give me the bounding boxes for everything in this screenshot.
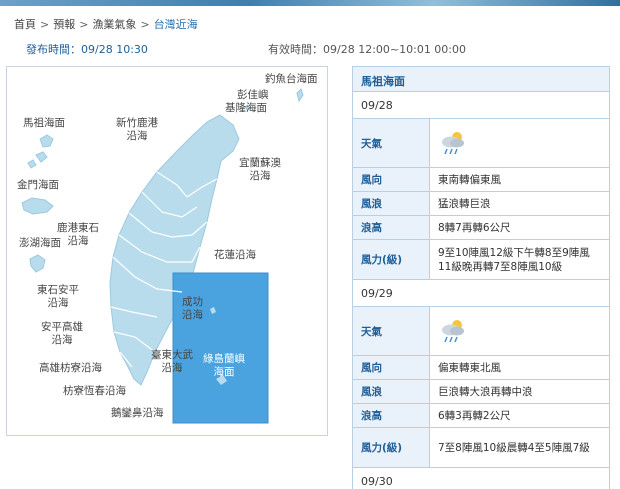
wave-type-label: 風浪 [353, 192, 430, 215]
breadcrumb-separator: > [40, 18, 50, 31]
valid-label: 有效時間 [268, 43, 312, 56]
wind-direction-label: 風向 [353, 356, 430, 379]
map-label-eluanbi[interactable]: 鵝鑾鼻沿海 [111, 407, 164, 420]
breadcrumb-home[interactable]: 首頁 [14, 18, 36, 31]
coastal-region-map: 釣魚台海面 彭佳嶼 基隆海面 馬祖海面 新竹鹿港 沿海 宜蘭蘇澳 沿海 金門海面 鹿… [6, 66, 328, 436]
weather-value [430, 307, 609, 355]
wave-type-value: 巨浪轉大浪再轉中浪 [438, 385, 533, 398]
map-label-yilan[interactable]: 宜蘭蘇澳 沿海 [239, 157, 281, 183]
breadcrumb-separator: > [79, 18, 89, 31]
cloud-rain-icon [442, 132, 464, 155]
top-banner-strip [0, 0, 620, 6]
wind-direction-label: 風向 [353, 168, 430, 191]
wind-force-value: 7至8陣風10級晨轉4至5陣風7級 [438, 441, 590, 454]
map-label-kaohsiung[interactable]: 高雄枋寮沿海 [39, 362, 102, 375]
wind-force-label: 風力(級) [353, 240, 430, 279]
wave-height-row: 浪高 6轉3再轉2公尺 [353, 404, 609, 428]
valid-time: 有效時間：09/28 12:00~10:01 00:00 [268, 43, 467, 56]
wave-type-row: 風浪 巨浪轉大浪再轉中浪 [353, 380, 609, 404]
map-label-matsu[interactable]: 馬祖海面 [23, 117, 65, 130]
wind-direction-row: 風向 偏東轉東北風 [353, 356, 609, 380]
weather-row: 天氣 [353, 307, 609, 356]
forecast-date: 09/28 [353, 92, 609, 119]
wind-force-row: 風力(級) 7至8陣風10級晨轉4至5陣風7級 [353, 428, 609, 468]
wave-height-label: 浪高 [353, 404, 430, 427]
map-label-hsinchu[interactable]: 新竹鹿港 沿海 [116, 117, 158, 143]
wind-direction-value: 偏東轉東北風 [438, 361, 501, 374]
map-label-lanyu[interactable]: 綠島蘭嶼 海面 [203, 353, 245, 379]
breadcrumb-taiwan-coastal[interactable]: 台灣近海 [154, 18, 198, 31]
map-label-kinmen[interactable]: 金門海面 [17, 179, 59, 192]
forecast-date: 09/29 [353, 280, 609, 307]
map-label-fangliao[interactable]: 枋寮恆春沿海 [63, 385, 126, 398]
cloud-rain-icon [442, 320, 464, 343]
wave-type-row: 風浪 猛浪轉巨浪 [353, 192, 609, 216]
map-label-diaoyutai[interactable]: 釣魚台海面 [265, 73, 318, 86]
wind-direction-row: 風向 東南轉偏東風 [353, 168, 609, 192]
breadcrumb: 首頁 > 預報 > 漁業氣象 > 台灣近海 [14, 16, 198, 32]
valid-value: 09/28 12:00~10:01 00:00 [323, 43, 467, 56]
matsu-islands [27, 134, 54, 169]
map-label-anping[interactable]: 安平高雄 沿海 [41, 321, 83, 347]
weather-value [430, 119, 609, 167]
breadcrumb-fishery-weather[interactable]: 漁業氣象 [92, 18, 136, 31]
issued-time: 發布時間：09/28 10:30 [26, 43, 148, 56]
breadcrumb-separator: > [140, 18, 150, 31]
wave-type-label: 風浪 [353, 380, 430, 403]
wave-height-value: 8轉7再轉6公尺 [438, 221, 511, 234]
wave-height-row: 浪高 8轉7再轉6公尺 [353, 216, 609, 240]
wind-direction-value: 東南轉偏東風 [438, 173, 501, 186]
weather-label: 天氣 [353, 119, 430, 167]
map-label-dongshi[interactable]: 東石安平 沿海 [37, 284, 79, 310]
map-label-pengjia[interactable]: 彭佳嶼 [237, 89, 269, 102]
map-label-hualien[interactable]: 花蓮沿海 [214, 249, 256, 262]
map-label-lugang[interactable]: 鹿港東石 沿海 [57, 222, 99, 248]
sea-forecast-panel: 馬祖海面 09/28 天氣 風向 東南轉偏東風 風浪 猛浪轉巨浪 浪高 8轉7再… [352, 66, 610, 489]
map-label-chenggong[interactable]: 成功 沿海 [182, 296, 203, 322]
map-label-keelung[interactable]: 基隆海面 [225, 102, 267, 115]
wind-force-value: 9至10陣風12級下午轉8至9陣風11級晚再轉7至8陣風10級 [438, 246, 590, 273]
forecast-date: 09/30 [353, 468, 609, 489]
kinmen-island [21, 197, 54, 215]
map-label-penghu[interactable]: 澎湖海面 [19, 237, 61, 250]
weather-row: 天氣 [353, 119, 609, 168]
wave-height-label: 浪高 [353, 216, 430, 239]
issued-value: 09/28 10:30 [81, 43, 148, 56]
wind-force-row: 風力(級) 9至10陣風12級下午轉8至9陣風11級晚再轉7至8陣風10級 [353, 240, 609, 280]
weather-label: 天氣 [353, 307, 430, 355]
panel-title: 馬祖海面 [353, 67, 609, 92]
penghu-islands [29, 254, 46, 273]
wave-type-value: 猛浪轉巨浪 [438, 197, 491, 210]
diaoyutai-island [296, 88, 304, 103]
issued-label: 發布時間 [26, 43, 70, 56]
wave-height-value: 6轉3再轉2公尺 [438, 409, 511, 422]
map-label-taitung[interactable]: 臺東大武 沿海 [151, 349, 193, 375]
wind-force-label: 風力(級) [353, 428, 430, 467]
breadcrumb-forecast[interactable]: 預報 [53, 18, 75, 31]
